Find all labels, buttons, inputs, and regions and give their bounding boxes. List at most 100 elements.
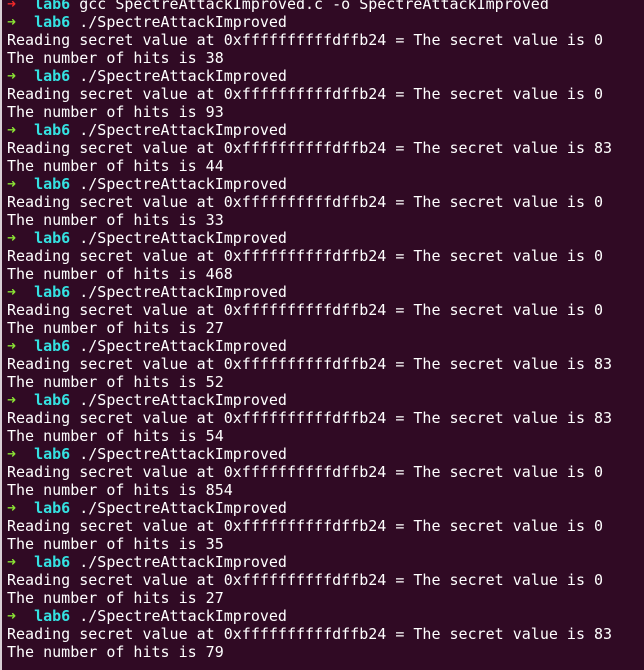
output-text: Reading secret value at 0xffffffffffdffb… — [7, 463, 604, 481]
command-text: ./SpectreAttackImproved — [79, 337, 287, 355]
command-text: ./SpectreAttackImproved — [79, 121, 287, 139]
window-edge — [0, 0, 2, 670]
output-line: Reading secret value at 0xffffffffffdffb… — [7, 409, 612, 427]
output-line: The number of hits is 33 — [7, 211, 612, 229]
command-text: ./SpectreAttackImproved — [79, 445, 287, 463]
prompt-arrow-icon: ➜ — [7, 445, 17, 463]
output-line: Reading secret value at 0xffffffffffdffb… — [7, 85, 612, 103]
prompt-directory: lab6 — [34, 121, 71, 139]
prompt-directory: lab6 — [34, 337, 71, 355]
output-line: The number of hits is 79 — [7, 643, 612, 661]
command-text: ./SpectreAttackImproved — [79, 553, 287, 571]
command-text: ./SpectreAttackImproved — [79, 607, 287, 625]
prompt-arrow-icon: ➜ — [7, 607, 17, 625]
output-text: The number of hits is 52 — [7, 373, 224, 391]
command-text: ./SpectreAttackImproved — [79, 229, 287, 247]
output-line: Reading secret value at 0xffffffffffdffb… — [7, 463, 612, 481]
prompt-line: ➜ lab6 ./SpectreAttackImproved — [7, 283, 612, 301]
prompt-line: ➜ lab6 ./SpectreAttackImproved — [7, 337, 612, 355]
output-text: Reading secret value at 0xffffffffffdffb… — [7, 625, 613, 643]
output-text: The number of hits is 54 — [7, 427, 224, 445]
output-line: Reading secret value at 0xffffffffffdffb… — [7, 625, 612, 643]
command-text: ./SpectreAttackImproved — [79, 391, 287, 409]
prompt-arrow-icon: ➜ — [7, 499, 17, 517]
output-line: The number of hits is 27 — [7, 319, 612, 337]
prompt-directory: lab6 — [34, 13, 71, 31]
output-text: The number of hits is 854 — [7, 481, 233, 499]
prompt-arrow-icon: ➜ — [7, 229, 17, 247]
command-text: ./SpectreAttackImproved — [79, 67, 287, 85]
output-line: The number of hits is 854 — [7, 481, 612, 499]
prompt-line: ➜ lab6 gcc SpectreAttackImproved.c -o Sp… — [7, 0, 612, 13]
output-text: The number of hits is 38 — [7, 49, 224, 67]
prompt-arrow-icon: ➜ — [7, 283, 17, 301]
prompt-line: ➜ lab6 ./SpectreAttackImproved — [7, 607, 612, 625]
output-line: Reading secret value at 0xffffffffffdffb… — [7, 355, 612, 373]
prompt-line: ➜ lab6 ./SpectreAttackImproved — [7, 391, 612, 409]
prompt-arrow-icon: ➜ — [7, 391, 17, 409]
terminal-window[interactable]: ➜ lab6 gcc SpectreAttackImproved.c -o Sp… — [0, 0, 644, 670]
prompt-arrow-icon: ➜ — [7, 337, 17, 355]
output-line: Reading secret value at 0xffffffffffdffb… — [7, 193, 612, 211]
command-text: ./SpectreAttackImproved — [79, 499, 287, 517]
output-text: The number of hits is 35 — [7, 535, 224, 553]
output-text: Reading secret value at 0xffffffffffdffb… — [7, 409, 613, 427]
output-line: The number of hits is 44 — [7, 157, 612, 175]
prompt-line: ➜ lab6 ./SpectreAttackImproved — [7, 67, 612, 85]
output-line: Reading secret value at 0xffffffffffdffb… — [7, 517, 612, 535]
output-text: Reading secret value at 0xffffffffffdffb… — [7, 571, 604, 589]
output-line: Reading secret value at 0xffffffffffdffb… — [7, 139, 612, 157]
output-text: Reading secret value at 0xffffffffffdffb… — [7, 85, 604, 103]
prompt-line: ➜ lab6 ./SpectreAttackImproved — [7, 229, 612, 247]
prompt-arrow-icon: ➜ — [7, 121, 17, 139]
output-text: The number of hits is 33 — [7, 211, 224, 229]
prompt-line: ➜ lab6 ./SpectreAttackImproved — [7, 553, 612, 571]
output-text: The number of hits is 79 — [7, 643, 224, 661]
prompt-directory: lab6 — [34, 283, 71, 301]
output-line: The number of hits is 35 — [7, 535, 612, 553]
prompt-directory: lab6 — [34, 499, 71, 517]
output-text: Reading secret value at 0xffffffffffdffb… — [7, 193, 604, 211]
output-text: Reading secret value at 0xffffffffffdffb… — [7, 139, 613, 157]
output-text: The number of hits is 27 — [7, 319, 224, 337]
output-line: The number of hits is 27 — [7, 589, 612, 607]
output-text: The number of hits is 93 — [7, 103, 224, 121]
output-line: The number of hits is 52 — [7, 373, 612, 391]
output-line: Reading secret value at 0xffffffffffdffb… — [7, 31, 612, 49]
output-text: The number of hits is 468 — [7, 265, 233, 283]
output-line: The number of hits is 468 — [7, 265, 612, 283]
output-text: Reading secret value at 0xffffffffffdffb… — [7, 31, 604, 49]
output-text: Reading secret value at 0xffffffffffdffb… — [7, 301, 604, 319]
prompt-directory: lab6 — [34, 67, 71, 85]
output-text: Reading secret value at 0xffffffffffdffb… — [7, 517, 604, 535]
output-line: The number of hits is 54 — [7, 427, 612, 445]
prompt-arrow-icon: ➜ — [7, 175, 17, 193]
prompt-directory: lab6 — [34, 445, 71, 463]
prompt-line: ➜ lab6 ./SpectreAttackImproved — [7, 121, 612, 139]
output-line: The number of hits is 38 — [7, 49, 612, 67]
prompt-arrow-icon: ➜ — [7, 553, 17, 571]
command-text: gcc SpectreAttackImproved.c -o SpectreAt… — [79, 0, 549, 13]
output-text: The number of hits is 27 — [7, 589, 224, 607]
output-text: Reading secret value at 0xffffffffffdffb… — [7, 247, 604, 265]
prompt-directory: lab6 — [34, 607, 71, 625]
prompt-directory: lab6 — [34, 0, 71, 13]
prompt-directory: lab6 — [34, 553, 71, 571]
output-line: Reading secret value at 0xffffffffffdffb… — [7, 571, 612, 589]
command-text: ./SpectreAttackImproved — [79, 13, 287, 31]
prompt-line: ➜ lab6 ./SpectreAttackImproved — [7, 499, 612, 517]
prompt-directory: lab6 — [34, 229, 71, 247]
prompt-arrow-error-icon: ➜ — [7, 0, 17, 13]
prompt-directory: lab6 — [34, 391, 71, 409]
output-text: Reading secret value at 0xffffffffffdffb… — [7, 355, 613, 373]
command-text: ./SpectreAttackImproved — [79, 283, 287, 301]
prompt-arrow-icon: ➜ — [7, 67, 17, 85]
output-line: Reading secret value at 0xffffffffffdffb… — [7, 301, 612, 319]
prompt-line: ➜ lab6 ./SpectreAttackImproved — [7, 445, 612, 463]
prompt-line: ➜ lab6 ./SpectreAttackImproved — [7, 13, 612, 31]
terminal-output[interactable]: ➜ lab6 gcc SpectreAttackImproved.c -o Sp… — [7, 0, 612, 661]
output-line: Reading secret value at 0xffffffffffdffb… — [7, 247, 612, 265]
output-text: The number of hits is 44 — [7, 157, 224, 175]
prompt-directory: lab6 — [34, 175, 71, 193]
prompt-line: ➜ lab6 ./SpectreAttackImproved — [7, 175, 612, 193]
